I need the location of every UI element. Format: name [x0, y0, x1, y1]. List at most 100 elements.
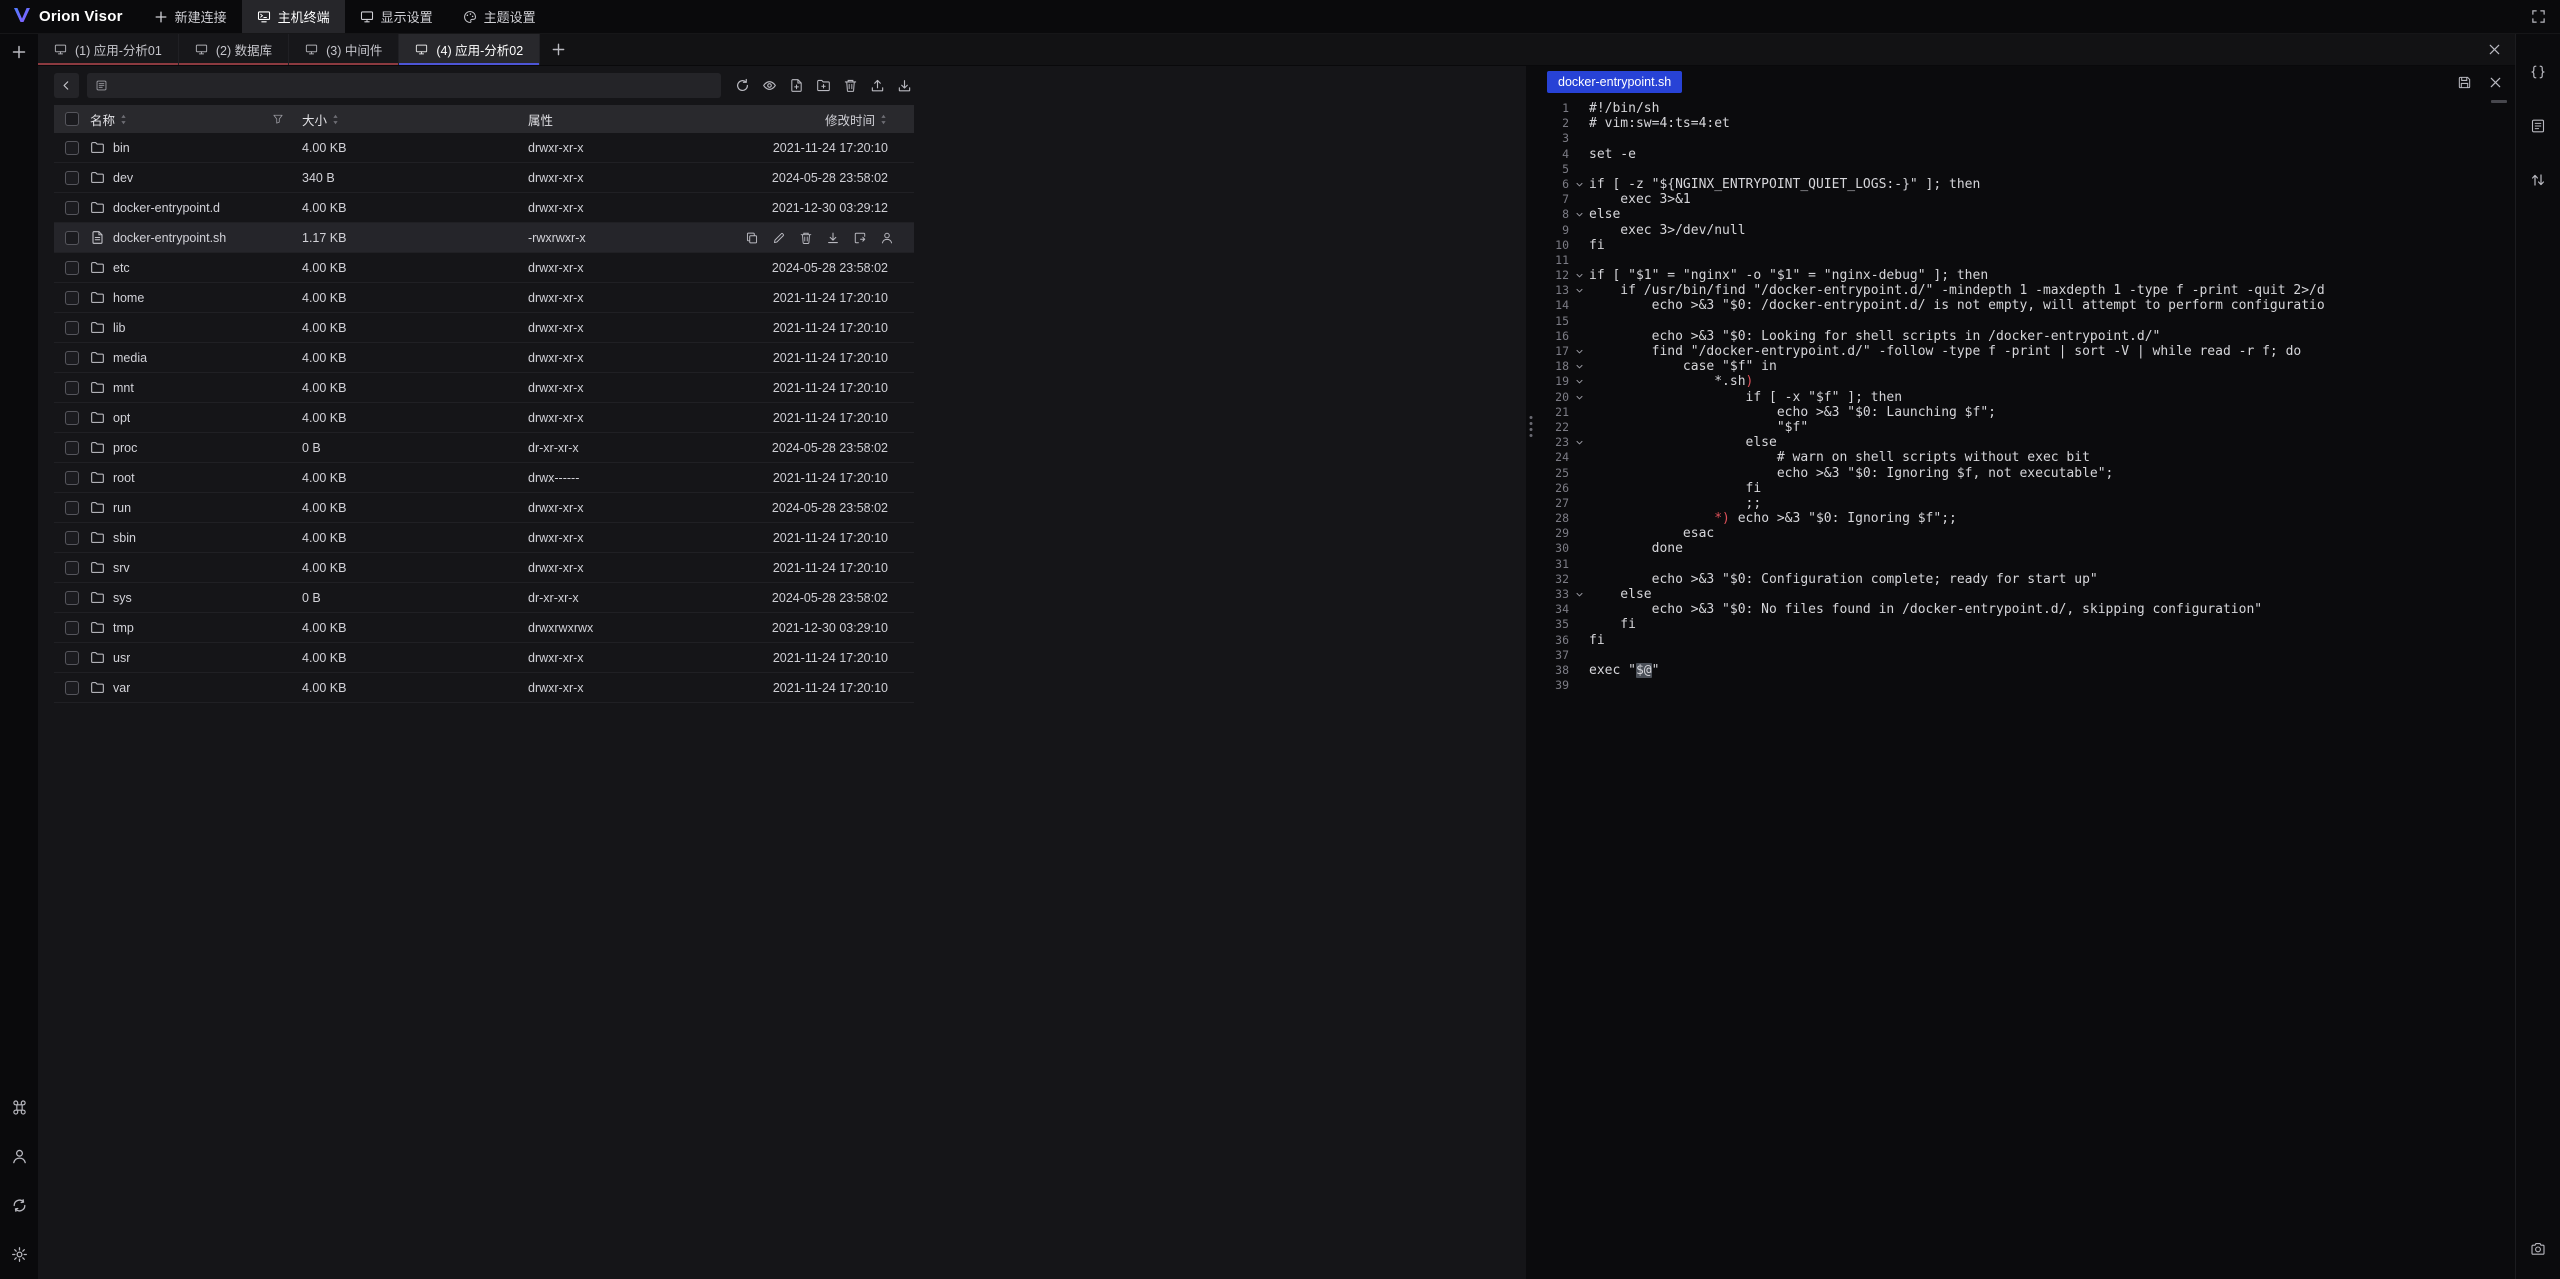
- menu-display-settings[interactable]: 显示设置: [345, 0, 448, 33]
- theme-icon: [463, 10, 477, 24]
- settings-icon[interactable]: [11, 1246, 28, 1263]
- fullscreen-icon[interactable]: [2531, 9, 2546, 24]
- row-delete-icon[interactable]: [799, 231, 813, 245]
- path-field[interactable]: [114, 78, 713, 92]
- table-row[interactable]: tmp4.00 KBdrwxrwxrwx2021-12-30 03:29:10: [54, 613, 914, 643]
- variables-icon[interactable]: [2530, 64, 2546, 80]
- sort-name-icon[interactable]: [119, 113, 128, 126]
- fold-icon[interactable]: [1569, 207, 1589, 222]
- table-row[interactable]: proc0 Bdr-xr-xr-x2024-05-28 23:58:02: [54, 433, 914, 463]
- row-checkbox[interactable]: [65, 201, 79, 215]
- fold-icon[interactable]: [1569, 359, 1589, 374]
- close-panel-icon[interactable]: [2473, 34, 2515, 65]
- select-all-checkbox[interactable]: [65, 112, 79, 126]
- fold-spacer: [1569, 405, 1589, 420]
- row-checkbox[interactable]: [65, 141, 79, 155]
- refresh-icon[interactable]: [735, 78, 750, 93]
- row-checkbox[interactable]: [65, 321, 79, 335]
- editor-file-tab[interactable]: docker-entrypoint.sh: [1547, 71, 1682, 93]
- menu-host-terminal[interactable]: 主机终端: [242, 0, 345, 33]
- table-row[interactable]: docker-entrypoint.sh1.17 KB-rwxrwxr-x: [54, 223, 914, 253]
- path-input[interactable]: [87, 73, 721, 98]
- table-row[interactable]: media4.00 KBdrwxr-xr-x2021-11-24 17:20:1…: [54, 343, 914, 373]
- row-checkbox[interactable]: [65, 351, 79, 365]
- fold-icon[interactable]: [1569, 268, 1589, 283]
- snippets-icon[interactable]: [2530, 118, 2546, 134]
- session-tab[interactable]: (3) 中间件: [289, 34, 399, 65]
- screenshot-icon[interactable]: [2530, 1241, 2546, 1257]
- row-checkbox[interactable]: [65, 171, 79, 185]
- new-tab-icon[interactable]: [11, 44, 27, 60]
- table-row[interactable]: etc4.00 KBdrwxr-xr-x2024-05-28 23:58:02: [54, 253, 914, 283]
- table-row[interactable]: sbin4.00 KBdrwxr-xr-x2021-11-24 17:20:10: [54, 523, 914, 553]
- row-checkbox[interactable]: [65, 471, 79, 485]
- table-row[interactable]: sys0 Bdr-xr-xr-x2024-05-28 23:58:02: [54, 583, 914, 613]
- session-tab[interactable]: (1) 应用-分析01: [38, 34, 179, 65]
- table-row[interactable]: root4.00 KBdrwx------2021-11-24 17:20:10: [54, 463, 914, 493]
- scrollbar-thumb[interactable]: [2491, 100, 2507, 103]
- row-checkbox[interactable]: [65, 381, 79, 395]
- user-icon[interactable]: [11, 1148, 28, 1165]
- row-checkbox[interactable]: [65, 561, 79, 575]
- row-checkbox[interactable]: [65, 231, 79, 245]
- menu-theme-settings[interactable]: 主题设置: [448, 0, 551, 33]
- row-permissions-icon[interactable]: [880, 231, 894, 245]
- path-list-icon[interactable]: [95, 79, 108, 92]
- transfer-list-icon[interactable]: [2530, 172, 2546, 188]
- folder-icon: [90, 560, 105, 575]
- add-session-tab-icon[interactable]: [540, 34, 576, 65]
- table-row[interactable]: docker-entrypoint.d4.00 KBdrwxr-xr-x2021…: [54, 193, 914, 223]
- code-area[interactable]: 1#!/bin/sh2# vim:sw=4:ts=4:et34set -e56i…: [1535, 98, 2515, 1279]
- upload-icon[interactable]: [870, 78, 885, 93]
- table-row[interactable]: srv4.00 KBdrwxr-xr-x2021-11-24 17:20:10: [54, 553, 914, 583]
- back-button[interactable]: [54, 73, 79, 98]
- row-checkbox[interactable]: [65, 651, 79, 665]
- table-row[interactable]: run4.00 KBdrwxr-xr-x2024-05-28 23:58:02: [54, 493, 914, 523]
- row-edit-icon[interactable]: [772, 231, 786, 245]
- row-checkbox[interactable]: [65, 261, 79, 275]
- table-row[interactable]: opt4.00 KBdrwxr-xr-x2021-11-24 17:20:10: [54, 403, 914, 433]
- row-checkbox[interactable]: [65, 621, 79, 635]
- table-row[interactable]: lib4.00 KBdrwxr-xr-x2021-11-24 17:20:10: [54, 313, 914, 343]
- delete-icon[interactable]: [843, 78, 858, 93]
- editor-close-icon[interactable]: [2488, 75, 2503, 90]
- row-checkbox[interactable]: [65, 441, 79, 455]
- brand[interactable]: Orion Visor: [12, 6, 123, 27]
- show-hidden-icon[interactable]: [762, 78, 777, 93]
- fold-icon[interactable]: [1569, 587, 1589, 602]
- filter-icon[interactable]: [272, 113, 284, 125]
- save-icon[interactable]: [2457, 75, 2472, 90]
- row-checkbox[interactable]: [65, 291, 79, 305]
- fold-icon[interactable]: [1569, 390, 1589, 405]
- table-row[interactable]: usr4.00 KBdrwxr-xr-x2021-11-24 17:20:10: [54, 643, 914, 673]
- table-row[interactable]: dev340 Bdrwxr-xr-x2024-05-28 23:58:02: [54, 163, 914, 193]
- new-file-icon[interactable]: [789, 78, 804, 93]
- row-move-icon[interactable]: [853, 231, 867, 245]
- fold-icon[interactable]: [1569, 435, 1589, 450]
- session-tab[interactable]: (4) 应用-分析02: [399, 34, 540, 65]
- table-row[interactable]: bin4.00 KBdrwxr-xr-x2021-11-24 17:20:10: [54, 133, 914, 163]
- table-row[interactable]: var4.00 KBdrwxr-xr-x2021-11-24 17:20:10: [54, 673, 914, 703]
- sort-modified-icon[interactable]: [879, 113, 888, 126]
- row-checkbox[interactable]: [65, 501, 79, 515]
- row-checkbox[interactable]: [65, 531, 79, 545]
- row-checkbox[interactable]: [65, 591, 79, 605]
- fold-icon[interactable]: [1569, 374, 1589, 389]
- panel-resize-handle[interactable]: [1526, 66, 1535, 1279]
- download-icon[interactable]: [897, 78, 912, 93]
- row-checkbox[interactable]: [65, 681, 79, 695]
- table-row[interactable]: home4.00 KBdrwxr-xr-x2021-11-24 17:20:10: [54, 283, 914, 313]
- sync-icon[interactable]: [11, 1197, 28, 1214]
- row-download-icon[interactable]: [826, 231, 840, 245]
- menu-new-connection[interactable]: 新建连接: [139, 0, 242, 33]
- session-tab[interactable]: (2) 数据库: [179, 34, 289, 65]
- sort-size-icon[interactable]: [331, 113, 340, 126]
- shortcut-keys-icon[interactable]: [11, 1099, 28, 1116]
- table-row[interactable]: mnt4.00 KBdrwxr-xr-x2021-11-24 17:20:10: [54, 373, 914, 403]
- new-folder-icon[interactable]: [816, 78, 831, 93]
- row-checkbox[interactable]: [65, 411, 79, 425]
- row-copy-icon[interactable]: [745, 231, 759, 245]
- fold-icon[interactable]: [1569, 177, 1589, 192]
- fold-icon[interactable]: [1569, 283, 1589, 298]
- fold-icon[interactable]: [1569, 344, 1589, 359]
